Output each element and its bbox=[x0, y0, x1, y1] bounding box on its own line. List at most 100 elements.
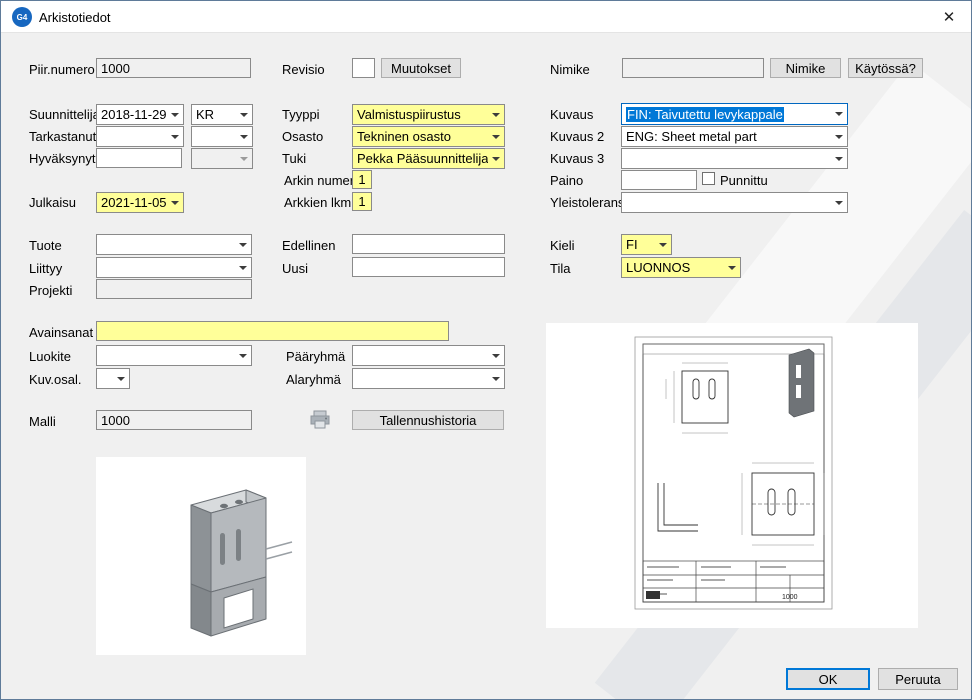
tarkastanut-initials-combo[interactable] bbox=[191, 126, 253, 147]
chevron-down-icon bbox=[488, 346, 504, 365]
revisio-label: Revisio bbox=[282, 62, 325, 77]
osasto-label: Osasto bbox=[282, 129, 323, 144]
osasto-combo[interactable]: Tekninen osasto bbox=[352, 126, 505, 147]
kuvaus-label: Kuvaus bbox=[550, 107, 593, 122]
kuvaus2-value: ENG: Sheet metal part bbox=[622, 129, 831, 144]
chevron-down-icon bbox=[113, 369, 129, 388]
paino-input[interactable] bbox=[621, 170, 697, 190]
close-icon[interactable]: ✕ bbox=[935, 4, 963, 30]
suunnittelija-date-combo[interactable]: 2018-11-29 bbox=[96, 104, 184, 125]
chevron-down-icon bbox=[235, 258, 251, 277]
nimike-button[interactable]: Nimike bbox=[770, 58, 841, 78]
avainsanat-input[interactable] bbox=[96, 321, 449, 341]
projekti-label: Projekti bbox=[29, 283, 72, 298]
chevron-down-icon bbox=[236, 149, 252, 168]
hyvaksynyt-date-input[interactable] bbox=[96, 148, 182, 168]
tuki-label: Tuki bbox=[282, 151, 306, 166]
edellinen-input[interactable] bbox=[352, 234, 505, 254]
chevron-down-icon bbox=[167, 105, 183, 124]
avainsanat-label: Avainsanat bbox=[29, 325, 93, 340]
drawing-number-text: 1000 bbox=[782, 594, 798, 601]
luokite-combo[interactable] bbox=[96, 345, 252, 366]
julkaisu-label: Julkaisu bbox=[29, 195, 76, 210]
tyyppi-value: Valmistuspiirustus bbox=[353, 107, 488, 122]
chevron-down-icon bbox=[724, 258, 740, 277]
uusi-label: Uusi bbox=[282, 261, 308, 276]
suunnittelija-date-value: 2018-11-29 bbox=[97, 107, 167, 122]
kuvaus3-combo[interactable] bbox=[621, 148, 848, 169]
muutokset-button[interactable]: Muutokset bbox=[381, 58, 461, 78]
chevron-down-icon bbox=[831, 127, 847, 146]
chevron-down-icon bbox=[831, 193, 847, 212]
kieli-value: FI bbox=[622, 237, 655, 252]
alaryhma-combo[interactable] bbox=[352, 368, 505, 389]
suunnittelija-initials-value: KR bbox=[192, 107, 236, 122]
nimike-input[interactable] bbox=[622, 58, 764, 78]
punnittu-checkbox[interactable] bbox=[702, 172, 715, 185]
drawing-preview-image: 1000 bbox=[546, 323, 918, 628]
osasto-value: Tekninen osasto bbox=[353, 129, 488, 144]
tallennushistoria-button[interactable]: Tallennushistoria bbox=[352, 410, 504, 430]
malli-input[interactable] bbox=[96, 410, 252, 430]
part-preview-image bbox=[96, 457, 306, 655]
hyvaksynyt-label: Hyväksynyt bbox=[29, 151, 95, 166]
edellinen-label: Edellinen bbox=[282, 238, 336, 253]
kieli-combo[interactable]: FI bbox=[621, 234, 672, 255]
chevron-down-icon bbox=[488, 369, 504, 388]
tuki-value: Pekka Pääsuunnittelija bbox=[353, 151, 488, 166]
julkaisu-combo[interactable]: 2021-11-05 bbox=[96, 192, 184, 213]
nimike-label: Nimike bbox=[550, 62, 590, 77]
liittyy-combo[interactable] bbox=[96, 257, 252, 278]
projekti-input[interactable] bbox=[96, 279, 252, 299]
kuv-osal-label: Kuv.osal. bbox=[29, 372, 82, 387]
chevron-down-icon bbox=[488, 127, 504, 146]
app-logo-icon: G4 bbox=[12, 7, 32, 27]
suunnittelija-initials-combo[interactable]: KR bbox=[191, 104, 253, 125]
tuote-combo[interactable] bbox=[96, 234, 252, 255]
tila-label: Tila bbox=[550, 261, 570, 276]
archive-info-dialog: G4 Arkistotiedot ✕ Piir.numero Revisio M… bbox=[0, 0, 972, 700]
tyyppi-combo[interactable]: Valmistuspiirustus bbox=[352, 104, 505, 125]
yleistoleranssi-combo[interactable] bbox=[621, 192, 848, 213]
tuote-label: Tuote bbox=[29, 238, 62, 253]
uusi-input[interactable] bbox=[352, 257, 505, 277]
piir-numero-label: Piir.numero bbox=[29, 62, 95, 77]
arkin-numero-label: Arkin numero bbox=[284, 173, 361, 188]
malli-label: Malli bbox=[29, 414, 56, 429]
tila-value: LUONNOS bbox=[622, 260, 724, 275]
paaryhma-label: Pääryhmä bbox=[286, 349, 345, 364]
alaryhma-label: Alaryhmä bbox=[286, 372, 341, 387]
tila-combo[interactable]: LUONNOS bbox=[621, 257, 741, 278]
luokite-label: Luokite bbox=[29, 349, 71, 364]
peruuta-button[interactable]: Peruuta bbox=[878, 668, 958, 690]
chevron-down-icon bbox=[831, 149, 847, 168]
chevron-down-icon bbox=[236, 105, 252, 124]
kuvaus-text: FIN: Taivutettu levykappale bbox=[622, 107, 831, 122]
arkin-numero-input[interactable] bbox=[352, 170, 372, 189]
title-bar: G4 Arkistotiedot ✕ bbox=[1, 1, 971, 33]
piir-numero-input[interactable] bbox=[96, 58, 251, 78]
chevron-down-icon bbox=[831, 104, 847, 124]
window-title: Arkistotiedot bbox=[39, 10, 111, 25]
chevron-down-icon bbox=[167, 127, 183, 146]
kuvaus2-combo[interactable]: ENG: Sheet metal part bbox=[621, 126, 848, 147]
paaryhma-combo[interactable] bbox=[352, 345, 505, 366]
print-icon[interactable] bbox=[309, 409, 331, 431]
kuvaus-combo[interactable]: FIN: Taivutettu levykappale bbox=[621, 103, 848, 125]
kieli-label: Kieli bbox=[550, 238, 575, 253]
kuvaus2-label: Kuvaus 2 bbox=[550, 129, 604, 144]
tuki-combo[interactable]: Pekka Pääsuunnittelija bbox=[352, 148, 505, 169]
paino-label: Paino bbox=[550, 173, 583, 188]
revisio-input[interactable] bbox=[352, 58, 375, 78]
chevron-down-icon bbox=[488, 149, 504, 168]
tarkastanut-date-combo[interactable] bbox=[96, 126, 184, 147]
hyvaksynyt-initials-combo[interactable] bbox=[191, 148, 253, 169]
ok-button[interactable]: OK bbox=[786, 668, 870, 690]
liittyy-label: Liittyy bbox=[29, 261, 62, 276]
arkkien-lkm-input[interactable] bbox=[352, 192, 372, 211]
kaytossa-button[interactable]: Käytössä? bbox=[848, 58, 923, 78]
julkaisu-value: 2021-11-05 bbox=[97, 195, 167, 210]
chevron-down-icon bbox=[235, 346, 251, 365]
chevron-down-icon bbox=[167, 193, 183, 212]
kuv-osal-combo[interactable] bbox=[96, 368, 130, 389]
